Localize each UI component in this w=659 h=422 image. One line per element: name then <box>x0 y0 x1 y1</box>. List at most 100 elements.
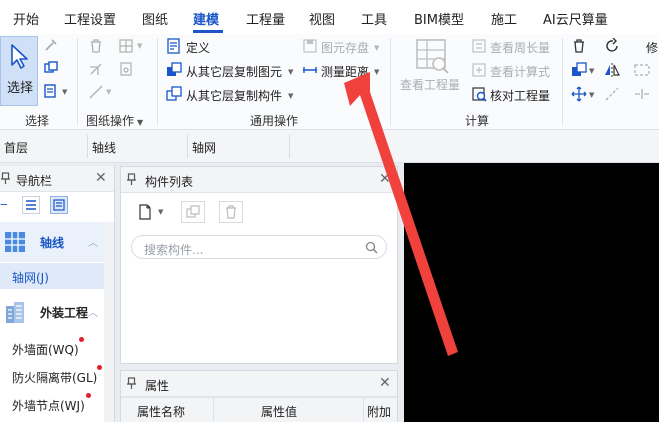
measure-distance-button[interactable]: 测量距离 <box>321 63 369 80</box>
cursor-icon <box>11 44 28 69</box>
mirror-icon[interactable] <box>604 62 620 78</box>
search-input[interactable]: 搜索构件... <box>144 241 203 258</box>
rotate-icon[interactable] <box>604 38 620 54</box>
check-quantity-icon[interactable] <box>471 86 487 102</box>
move-caret[interactable]: ▼ <box>589 91 594 99</box>
list-icon <box>26 200 36 210</box>
lock-file-icon[interactable] <box>118 61 134 77</box>
floor-select[interactable]: 首层 <box>0 135 88 158</box>
nav-category-label: 轴线 <box>40 236 65 250</box>
nav-scrollbar[interactable] <box>104 222 114 422</box>
menu-construction[interactable]: 施工 <box>491 9 517 28</box>
batch-select-icon[interactable] <box>44 61 58 75</box>
close-icon[interactable]: ✕ <box>379 171 391 187</box>
offset-icon[interactable] <box>604 86 620 102</box>
component-list-title: 构件列表 <box>145 175 194 189</box>
pin-icon[interactable] <box>1 172 10 184</box>
copy-component-button[interactable] <box>181 201 205 223</box>
nav-category-exterior[interactable]: 外装工程 ︿ <box>0 292 104 332</box>
line-tool-caret[interactable]: ▼ <box>106 88 111 96</box>
view-perimeter-button[interactable]: 查看周长量 <box>490 39 550 56</box>
measure-distance-icon[interactable] <box>302 62 318 78</box>
grid-icon[interactable] <box>118 38 134 54</box>
line-tool-icon[interactable] <box>88 84 104 100</box>
ribbon-separator <box>562 38 563 126</box>
collapse-icon[interactable]: ‒ <box>0 197 8 211</box>
active-tab-indicator <box>193 30 223 33</box>
define-icon[interactable] <box>166 38 182 54</box>
trim-icon[interactable] <box>88 61 104 77</box>
menu-ai-cloud[interactable]: AI云尺算量 <box>543 9 608 28</box>
nav-category-axis[interactable]: 轴线 ︿ <box>0 222 104 262</box>
grid-caret[interactable]: ▼ <box>137 42 142 50</box>
properties-table-header: 属性名称 属性值 附加 <box>121 397 397 422</box>
measure-distance-caret[interactable]: ▼ <box>374 68 379 76</box>
menu-quantity[interactable]: 工程量 <box>246 9 285 28</box>
copy-element-caret[interactable]: ▼ <box>288 68 293 76</box>
menu-project-settings[interactable]: 工程设置 <box>64 9 116 28</box>
copy-caret[interactable]: ▼ <box>589 67 594 75</box>
chevron-up-icon[interactable]: ︿ <box>88 304 98 319</box>
component-search[interactable]: 搜索构件... <box>131 235 387 259</box>
menu-view[interactable]: 视图 <box>309 9 335 28</box>
delete-icon[interactable] <box>88 38 104 54</box>
break-icon[interactable] <box>634 86 650 102</box>
detail-view-button[interactable] <box>50 196 68 214</box>
component-type-select[interactable]: 轴网 <box>188 135 290 158</box>
column-header-extra: 附加 <box>367 405 392 419</box>
delete-component-button[interactable] <box>219 201 243 223</box>
save-element-button[interactable]: 图元存盘 <box>321 39 369 56</box>
copy-icon[interactable] <box>571 62 587 78</box>
new-component-icon[interactable] <box>137 204 153 220</box>
nav-item-exterior-wall[interactable]: 外墙面(WQ) <box>0 335 104 361</box>
column-header-value: 属性值 <box>261 405 298 419</box>
menu-drawings[interactable]: 图纸 <box>142 9 168 28</box>
category-select[interactable]: 轴线 <box>88 135 188 158</box>
modify-button[interactable]: 修 <box>646 39 658 56</box>
properties-header: 属性 ✕ <box>121 371 397 397</box>
status-dot <box>97 365 102 370</box>
menu-start[interactable]: 开始 <box>13 9 39 28</box>
new-component-caret[interactable]: ▼ <box>158 208 163 216</box>
pin-icon[interactable] <box>127 173 136 185</box>
delete-element-icon[interactable] <box>571 38 587 54</box>
filter-select-caret[interactable]: ▼ <box>62 88 67 96</box>
menu-tools[interactable]: 工具 <box>361 9 387 28</box>
copy-component-icon[interactable] <box>166 86 182 102</box>
filter-select-icon[interactable] <box>44 84 58 98</box>
list-view-button[interactable] <box>22 196 40 214</box>
nav-item-fire-barrier[interactable]: 防火隔离带(GL) <box>0 363 104 389</box>
check-quantity-button[interactable]: 核对工程量 <box>490 87 550 104</box>
search-icon[interactable] <box>365 241 378 254</box>
copy-element-icon[interactable] <box>166 62 182 78</box>
view-quantity-button[interactable]: 查看工程量 <box>400 76 460 93</box>
properties-panel: 属性 ✕ 属性名称 属性值 附加 <box>120 370 398 422</box>
pin-icon[interactable] <box>127 377 136 389</box>
stretch-icon[interactable] <box>634 62 650 78</box>
view-formula-button[interactable]: 查看计算式 <box>490 63 550 80</box>
copy-from-layer-component-button[interactable]: 从其它层复制构件 <box>186 87 282 104</box>
move-icon[interactable] <box>571 86 587 102</box>
nav-header: 导航栏 ✕ <box>0 166 114 192</box>
pick-tool-icon[interactable] <box>44 38 58 52</box>
copy-from-layer-element-button[interactable]: 从其它层复制图元 <box>186 63 282 80</box>
drawing-viewport[interactable] <box>404 163 659 422</box>
copy-component-caret[interactable]: ▼ <box>288 92 293 100</box>
select-button[interactable]: 选择 <box>0 36 38 106</box>
save-element-caret[interactable]: ▼ <box>374 44 379 52</box>
close-icon[interactable]: ✕ <box>95 170 107 186</box>
menu-modeling[interactable]: 建模 <box>193 9 219 28</box>
define-button[interactable]: 定义 <box>186 39 210 56</box>
view-formula-icon[interactable] <box>471 62 487 78</box>
close-icon[interactable]: ✕ <box>379 375 391 391</box>
navigation-panel: 导航栏 ✕ ‒ 轴线 ︿ 轴网(J) 外装工程 ︿ 外墙面(WQ) 防火隔离带(… <box>0 166 115 422</box>
view-perimeter-icon[interactable] <box>471 38 487 54</box>
copy-icon <box>186 205 200 218</box>
view-quantity-icon[interactable] <box>402 38 460 108</box>
chevron-up-icon[interactable]: ︿ <box>88 234 98 249</box>
detail-list-icon <box>53 199 65 211</box>
nav-title: 导航栏 <box>16 174 53 188</box>
menu-bim-model[interactable]: BIM模型 <box>414 9 464 28</box>
save-element-icon[interactable] <box>302 38 318 54</box>
nav-item-axis-grid[interactable]: 轴网(J) <box>0 263 104 289</box>
